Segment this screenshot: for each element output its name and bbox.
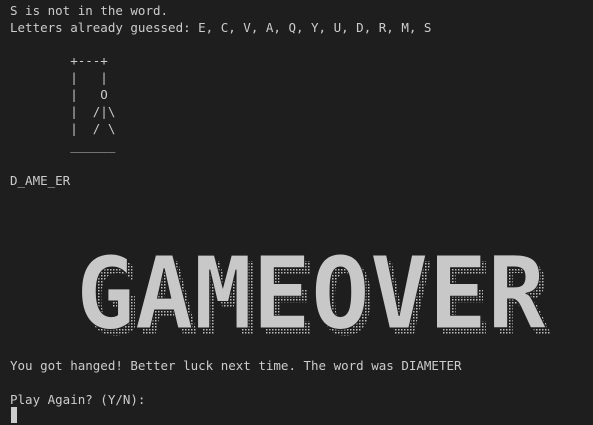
status-message: S is not in the word. <box>10 3 169 18</box>
guessed-letters-line: Letters already guessed: E, C, V, A, Q, … <box>10 20 432 35</box>
word-progress: D_AME_ER <box>10 173 71 188</box>
text-cursor[interactable] <box>11 407 17 423</box>
terminal-window: S is not in the word. Letters already gu… <box>0 0 593 425</box>
result-message: You got hanged! Better luck next time. T… <box>10 358 462 373</box>
banner-main-text: GAMEOVER <box>76 236 547 340</box>
play-again-prompt: Play Again? (Y/N): <box>10 392 146 407</box>
hangman-ascii-art: +---+ | | | O | /|\ | / \ ______ <box>70 53 116 153</box>
game-over-banner: GAMEOVER GAMEOVER <box>63 236 558 340</box>
